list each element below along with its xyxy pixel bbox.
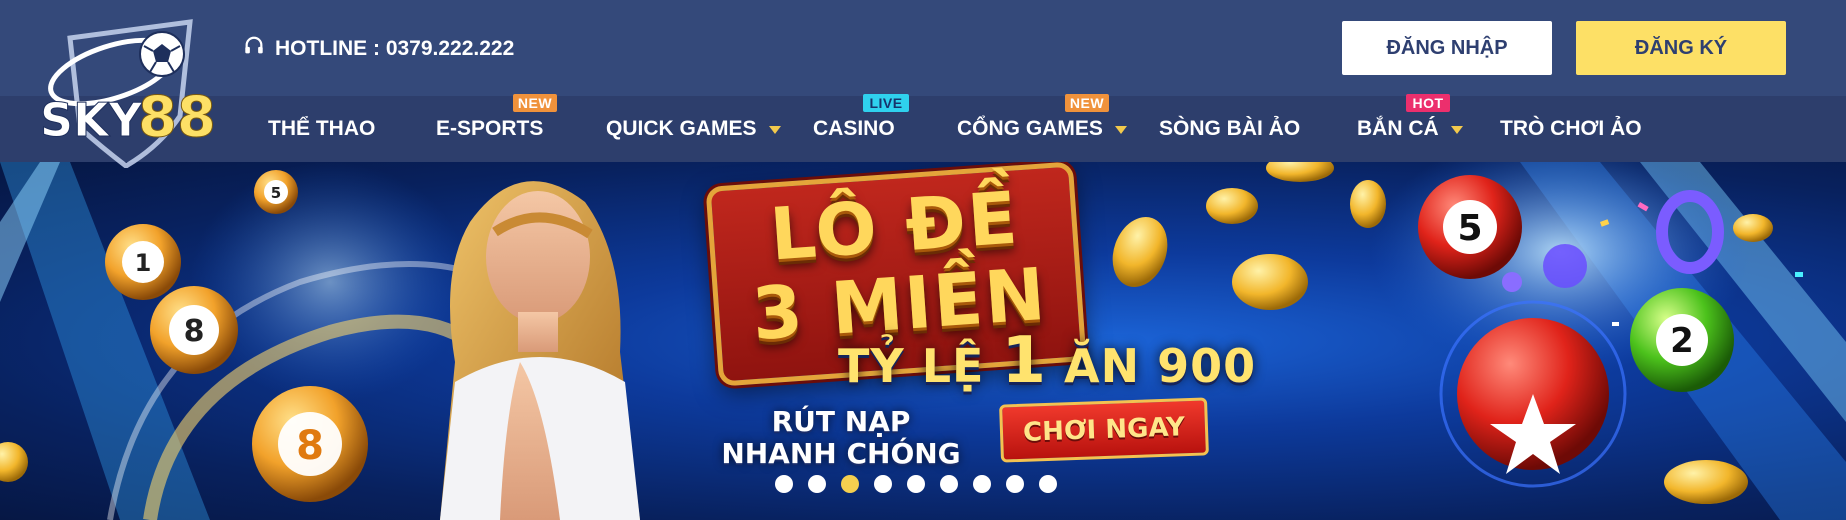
carousel-dot[interactable] — [907, 475, 925, 493]
nav-item-ban-ca[interactable]: BẮN CÁ — [1357, 96, 1463, 162]
register-button[interactable]: ĐĂNG KÝ — [1576, 21, 1786, 75]
nav-item-label: CỔNG GAMES — [957, 117, 1103, 140]
hotline-text: HOTLINE : 0379.222.222 — [275, 37, 515, 60]
svg-text:8: 8 — [296, 423, 324, 469]
carousel-dot[interactable] — [841, 475, 859, 493]
subtitle-line-2: NHANH CHÓNG — [721, 437, 961, 470]
login-button[interactable]: ĐĂNG NHẬP — [1342, 21, 1552, 75]
subtitle-line-1: RÚT NẠP — [771, 405, 911, 438]
nav-item-label: SÒNG BÀI ẢO — [1159, 117, 1301, 140]
odds-suffix: ĂN 900 — [1046, 339, 1257, 393]
nav-item-song-bai-ao[interactable]: SÒNG BÀI ẢO — [1159, 96, 1300, 162]
hotline[interactable]: HOTLINE : 0379.222.222 — [243, 34, 514, 64]
svg-text:8: 8 — [184, 314, 205, 349]
svg-text:5: 5 — [271, 184, 281, 202]
svg-text:2: 2 — [1670, 321, 1694, 361]
nav-item-e-sports[interactable]: E-SPORTS — [436, 96, 543, 162]
nav-item-casino[interactable]: CASINO — [813, 96, 895, 162]
headset-icon — [243, 35, 265, 63]
svg-text:SKY: SKY — [40, 93, 143, 147]
nav-item-cong-games[interactable]: CỔNG GAMES — [957, 96, 1127, 162]
svg-text:1: 1 — [135, 249, 152, 277]
nav-item-label: BẮN CÁ — [1357, 117, 1439, 140]
carousel-pagination — [775, 475, 1057, 493]
carousel-dot[interactable] — [1006, 475, 1024, 493]
carousel-dot[interactable] — [775, 475, 793, 493]
carousel-dot[interactable] — [808, 475, 826, 493]
svg-text:88: 88 — [138, 85, 216, 150]
banner-odds: TỶ LỆ 1 ĂN 900 — [838, 324, 1256, 398]
nav-item-label: THỂ THAO — [268, 117, 376, 140]
nav-item-label: CASINO — [813, 117, 895, 140]
sky88-logo[interactable]: SKY 88 — [40, 16, 220, 170]
carousel-dot[interactable] — [973, 475, 991, 493]
carousel-dot[interactable] — [874, 475, 892, 493]
nav-item-quick-games[interactable]: QUICK GAMES — [606, 96, 781, 162]
svg-text:5: 5 — [1457, 208, 1482, 249]
nav-item-label: E-SPORTS — [436, 117, 544, 140]
odds-number: 1 — [1001, 324, 1047, 398]
caret-down-icon — [1114, 126, 1127, 134]
caret-down-icon — [768, 126, 781, 134]
nav-item-the-thao[interactable]: THỂ THAO — [268, 96, 375, 162]
play-now-button[interactable]: CHƠI NGAY — [999, 397, 1209, 463]
nav-item-tro-choi-ao[interactable]: TRÒ CHƠI ẢO — [1500, 96, 1642, 162]
carousel-dot[interactable] — [940, 475, 958, 493]
nav-item-label: QUICK GAMES — [606, 117, 757, 140]
banner-subtitle: RÚT NẠP NHANH CHÓNG — [716, 406, 966, 470]
nav-item-label: TRÒ CHƠI ẢO — [1500, 117, 1642, 140]
odds-prefix: TỶ LỆ — [838, 339, 1002, 393]
caret-down-icon — [1450, 126, 1463, 134]
carousel-dot[interactable] — [1039, 475, 1057, 493]
